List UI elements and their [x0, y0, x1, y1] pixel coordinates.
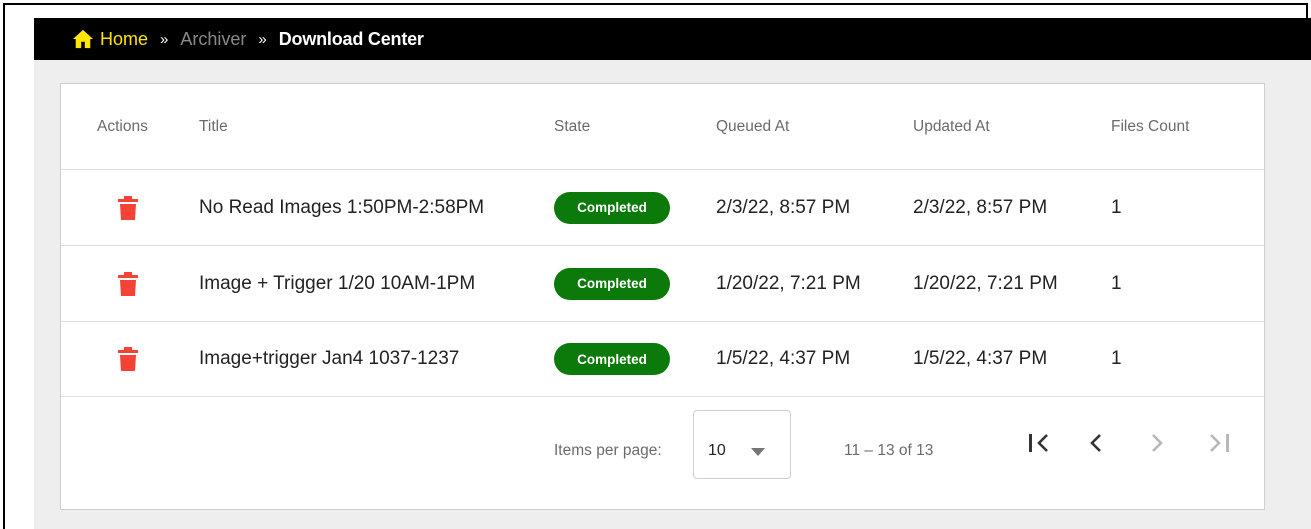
row-updated-at: 2/3/22, 8:57 PM: [913, 196, 1048, 218]
status-badge: Completed: [554, 191, 670, 224]
breadcrumb-home-link[interactable]: Home: [100, 29, 148, 50]
row-queued-at: 1/5/22, 4:37 PM: [716, 348, 851, 369]
breadcrumb: Home » Archiver » Download Center: [34, 18, 1311, 60]
last-page-icon[interactable]: [1206, 432, 1232, 454]
status-badge-cell: Completed: [554, 170, 670, 245]
row-title: Image + Trigger 1/20 10AM-1PM: [199, 272, 476, 294]
breadcrumb-current: Download Center: [278, 28, 424, 49]
content-area: Actions Title State Queued At Updated At…: [34, 60, 1311, 529]
trash-icon[interactable]: [118, 271, 138, 296]
row-updated-at: 1/5/22, 4:37 PM: [913, 348, 1048, 369]
delete-button[interactable]: [118, 170, 138, 245]
header-queued-at: Queued At: [716, 117, 790, 135]
items-per-page-label: Items per page:: [554, 442, 662, 459]
row-queued-at: 1/20/22, 7:21 PM: [716, 272, 861, 294]
paginator: Items per page: 10 11 – 13 of 13: [61, 397, 1264, 509]
chevron-right-icon[interactable]: [1148, 432, 1166, 454]
trash-icon[interactable]: [118, 347, 138, 371]
status-badge-cell: Completed: [554, 322, 670, 396]
first-page-button[interactable]: [1024, 428, 1054, 458]
items-per-page-value[interactable]: 10: [708, 442, 726, 460]
next-page-button[interactable]: [1142, 428, 1172, 458]
delete-button[interactable]: [118, 322, 138, 396]
status-badge-cell: Completed: [554, 246, 670, 321]
status-badge: Completed: [554, 343, 670, 375]
row-files-count: 1: [1111, 348, 1122, 369]
breadcrumb-separator: »: [258, 30, 267, 48]
table-row: Image+trigger Jan4 1037-1237 Completed 1…: [61, 322, 1264, 397]
row-queued-at: 2/3/22, 8:57 PM: [716, 196, 851, 218]
header-actions: Actions: [97, 117, 148, 135]
breadcrumb-archiver-link[interactable]: Archiver: [180, 29, 246, 50]
first-page-icon[interactable]: [1026, 432, 1052, 454]
last-page-button[interactable]: [1204, 428, 1234, 458]
row-title: Image+trigger Jan4 1037-1237: [199, 348, 460, 369]
header-files-count: Files Count: [1111, 117, 1190, 135]
table-row: No Read Images 1:50PM-2:58PM Completed 2…: [61, 170, 1264, 246]
previous-page-button[interactable]: [1081, 428, 1111, 458]
caret-down-icon[interactable]: [751, 448, 765, 456]
trash-icon[interactable]: [118, 195, 138, 220]
header-updated-at: Updated At: [913, 117, 990, 135]
breadcrumb-separator: »: [160, 30, 169, 48]
header-title: Title: [199, 117, 228, 135]
downloads-table-card: Actions Title State Queued At Updated At…: [60, 83, 1265, 510]
row-updated-at: 1/20/22, 7:21 PM: [913, 272, 1058, 294]
row-files-count: 1: [1111, 196, 1122, 218]
home-icon[interactable]: [72, 29, 94, 49]
page-range-label: 11 – 13 of 13: [844, 442, 934, 459]
table-row: Image + Trigger 1/20 10AM-1PM Completed …: [61, 246, 1264, 322]
status-badge: Completed: [554, 267, 670, 300]
row-files-count: 1: [1111, 272, 1122, 294]
header-state: State: [554, 117, 591, 135]
chevron-left-icon[interactable]: [1087, 432, 1105, 454]
items-per-page-select[interactable]: 10: [693, 410, 791, 479]
delete-button[interactable]: [118, 246, 138, 321]
row-title: No Read Images 1:50PM-2:58PM: [199, 196, 485, 218]
table-header-row: Actions Title State Queued At Updated At…: [61, 84, 1264, 170]
